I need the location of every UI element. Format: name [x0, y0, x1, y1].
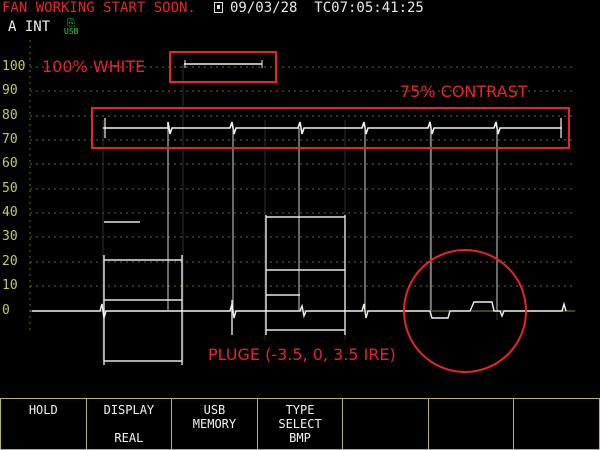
softkey-label: USB	[203, 403, 226, 417]
softkey-label-line2: MEMORY	[192, 417, 237, 431]
softkey-value: REAL	[114, 431, 144, 445]
softkey-label: TYPE	[285, 403, 315, 417]
lower-segments	[103, 215, 346, 365]
pluge-annotation: PLUGE (-3.5, 0, 3.5 IRE)	[208, 345, 396, 364]
usb-memory-softkey[interactable]: USB MEMORY	[171, 398, 258, 450]
waveform-monitor-screen: FAN WORKING START SOON. 09/03/28 TC07:05…	[0, 0, 600, 450]
blank-softkey-7[interactable]	[513, 398, 600, 450]
bar-edges	[167, 128, 498, 310]
blank-softkey-5[interactable]	[342, 398, 429, 450]
contrast-trace	[103, 121, 562, 135]
hold-softkey[interactable]: HOLD	[0, 398, 87, 450]
white-annotation: 100% WHITE	[42, 57, 146, 76]
type-select-softkey[interactable]: TYPE SELECT BMP	[256, 398, 344, 450]
contrast-annotation: 75% CONTRAST	[400, 82, 528, 101]
softkey-label: DISPLAY	[103, 403, 155, 417]
softkey-label: HOLD	[28, 403, 58, 417]
softkey-value: BMP	[289, 431, 311, 445]
display-softkey[interactable]: DISPLAY REAL	[85, 398, 173, 450]
softkey-bar: HOLD DISPLAY REAL USB MEMORY TYPE SELECT…	[0, 398, 600, 450]
blank-softkey-6[interactable]	[427, 398, 515, 450]
softkey-label-line2: SELECT	[278, 417, 322, 431]
